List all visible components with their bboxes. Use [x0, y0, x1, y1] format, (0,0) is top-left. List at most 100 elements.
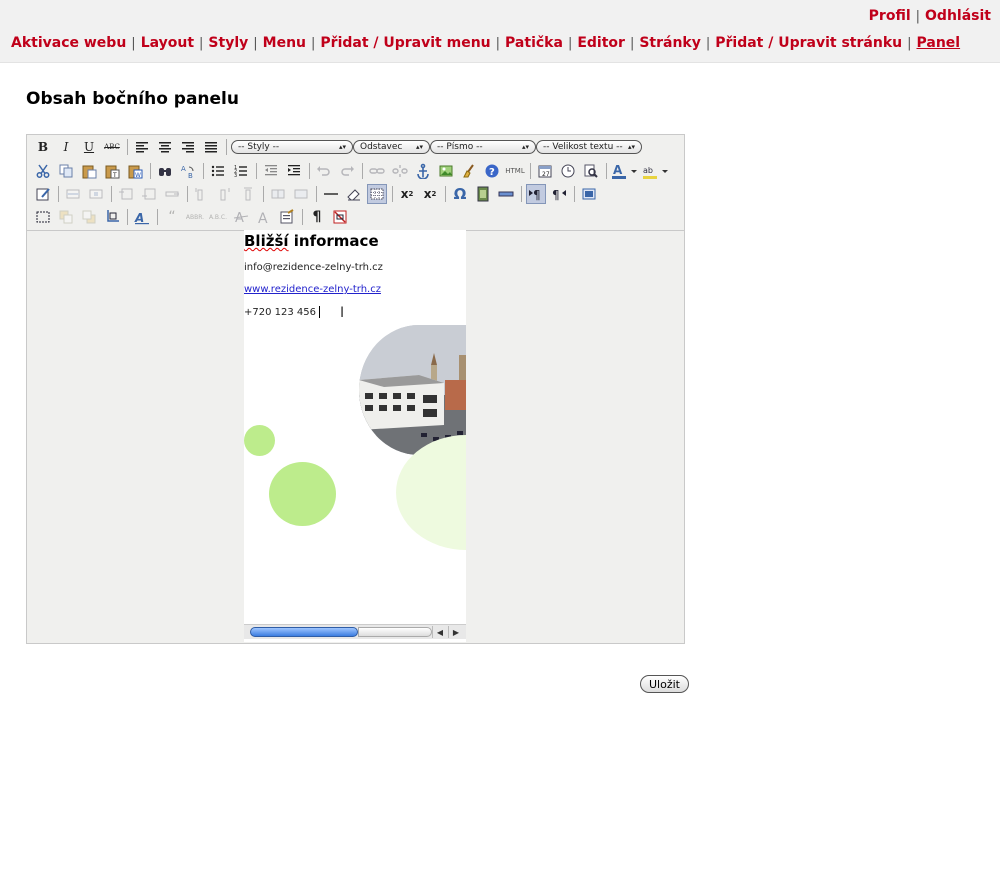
svg-text:W: W — [135, 172, 141, 179]
scrollbar-thumb[interactable] — [250, 627, 358, 637]
acronym-button[interactable]: A.B.C. — [208, 207, 228, 227]
insert-row-after-icon[interactable] — [139, 184, 159, 204]
cleanup-icon[interactable] — [459, 161, 479, 181]
horizontal-rule-icon[interactable] — [321, 184, 341, 204]
redo-icon[interactable] — [337, 161, 357, 181]
advanced-hr-icon[interactable] — [496, 184, 516, 204]
insert-time-icon[interactable] — [558, 161, 578, 181]
help-icon[interactable]: ? — [482, 161, 502, 181]
insert-text-icon[interactable]: A — [254, 207, 274, 227]
anchor-icon[interactable] — [413, 161, 433, 181]
save-button[interactable]: Uložit — [640, 675, 689, 693]
strikethrough-button[interactable]: ABC — [102, 137, 122, 157]
nav-item-pridat-upravit-menu[interactable]: Přidat / Upravit menu — [320, 35, 490, 51]
align-left-button[interactable] — [132, 137, 152, 157]
content-email: info@rezidence-zelny-trh.cz — [244, 262, 383, 273]
paste-word-icon[interactable]: W — [125, 161, 145, 181]
justify-button[interactable] — [201, 137, 221, 157]
logout-link[interactable]: Odhlásit — [925, 8, 991, 24]
delete-row-icon[interactable] — [162, 184, 182, 204]
svg-text:?: ? — [489, 167, 495, 178]
remove-format-icon[interactable] — [344, 184, 364, 204]
fullscreen-icon[interactable] — [579, 184, 599, 204]
copy-icon[interactable] — [56, 161, 76, 181]
delete-col-icon[interactable] — [238, 184, 258, 204]
superscript-button[interactable]: x2 — [420, 184, 440, 204]
bullet-list-icon[interactable] — [208, 161, 228, 181]
merge-cells-icon[interactable] — [291, 184, 311, 204]
special-char-button[interactable]: Ω — [450, 184, 470, 204]
scroll-left-arrow-icon[interactable]: ◀ — [432, 626, 447, 638]
insert-date-icon[interactable]: 27 — [535, 161, 555, 181]
nav-item-aktivace-webu[interactable]: Aktivace webu — [11, 35, 126, 51]
paste-icon[interactable] — [79, 161, 99, 181]
preview-icon[interactable] — [581, 161, 601, 181]
absolute-position-icon[interactable] — [102, 207, 122, 227]
split-cells-icon[interactable] — [268, 184, 288, 204]
table-row-props-icon[interactable] — [63, 184, 83, 204]
scroll-right-arrow-icon[interactable]: ▶ — [448, 626, 463, 638]
cite-icon[interactable]: “ — [162, 207, 182, 227]
styleprops-icon[interactable]: A — [132, 207, 152, 227]
paste-text-icon[interactable]: T — [102, 161, 122, 181]
font-size-select[interactable]: -- Velikost textu -- ▴▾ — [536, 140, 642, 154]
scrollbar-track[interactable] — [358, 627, 432, 637]
nav-item-stranky[interactable]: Stránky — [639, 35, 701, 51]
move-forward-icon[interactable] — [56, 207, 76, 227]
table-cell-props-icon[interactable] — [86, 184, 106, 204]
edit-css-icon[interactable] — [33, 184, 53, 204]
show-blocks-button[interactable]: ¶ — [307, 207, 327, 227]
profile-link[interactable]: Profil — [869, 8, 911, 24]
nav-item-panel[interactable]: Panel — [916, 35, 960, 51]
highlight-color-icon[interactable]: ab — [642, 161, 670, 181]
indent-icon[interactable] — [284, 161, 304, 181]
content-website-link[interactable]: www.rezidence-zelny-trh.cz — [244, 284, 381, 295]
nav-item-pridat-upravit-stranku[interactable]: Přidat / Upravit stránku — [715, 35, 902, 51]
toolbar-row-4: A “ ABBR. A.B.C. A A ¶ — [33, 206, 353, 228]
svg-text:¶: ¶ — [552, 188, 560, 202]
abbr-button[interactable]: ABBR. — [185, 207, 205, 227]
insert-layer-icon[interactable] — [33, 207, 53, 227]
html-source-button[interactable]: HTML — [505, 161, 525, 181]
text-caret — [319, 306, 320, 318]
insert-col-after-icon[interactable] — [215, 184, 235, 204]
insert-col-before-icon[interactable] — [192, 184, 212, 204]
numbered-list-icon[interactable]: 123 — [231, 161, 251, 181]
cut-icon[interactable] — [33, 161, 53, 181]
ltr-icon[interactable]: ¶ — [526, 184, 546, 204]
align-right-button[interactable] — [178, 137, 198, 157]
nav-item-paticka[interactable]: Patička — [505, 35, 563, 51]
subscript-button[interactable]: x2 — [397, 184, 417, 204]
bold-button[interactable]: B — [33, 137, 53, 157]
nav-item-editor[interactable]: Editor — [577, 35, 625, 51]
styles-select[interactable]: -- Styly -- ▴▾ — [231, 140, 353, 154]
find-icon[interactable] — [155, 161, 175, 181]
delete-text-icon[interactable]: A — [231, 207, 251, 227]
nonbreaking-icon[interactable] — [330, 207, 350, 227]
media-icon[interactable] — [473, 184, 493, 204]
text-color-icon[interactable]: A — [611, 161, 639, 181]
editor-content-area[interactable]: Bližší informace info@rezidence-zelny-tr… — [244, 230, 466, 642]
replace-icon[interactable]: AB — [178, 161, 198, 181]
align-center-button[interactable] — [155, 137, 175, 157]
attributes-icon[interactable] — [277, 207, 297, 227]
move-backward-icon[interactable] — [79, 207, 99, 227]
nav-item-styly[interactable]: Styly — [208, 35, 248, 51]
undo-icon[interactable] — [314, 161, 334, 181]
image-icon[interactable] — [436, 161, 456, 181]
visual-aid-icon[interactable] — [367, 184, 387, 204]
decorative-green-blob — [269, 462, 336, 526]
horizontal-scrollbar[interactable]: ◀ ▶ — [244, 624, 466, 639]
svg-text:ab: ab — [643, 166, 653, 175]
rtl-icon[interactable]: ¶ — [549, 184, 569, 204]
unlink-icon[interactable] — [390, 161, 410, 181]
nav-item-menu[interactable]: Menu — [263, 35, 306, 51]
outdent-icon[interactable] — [261, 161, 281, 181]
format-select[interactable]: Odstavec ▴▾ — [353, 140, 430, 154]
underline-button[interactable]: U — [79, 137, 99, 157]
font-select[interactable]: -- Písmo -- ▴▾ — [430, 140, 536, 154]
link-icon[interactable] — [367, 161, 387, 181]
nav-item-layout[interactable]: Layout — [141, 35, 194, 51]
insert-row-before-icon[interactable] — [116, 184, 136, 204]
italic-button[interactable]: I — [56, 137, 76, 157]
